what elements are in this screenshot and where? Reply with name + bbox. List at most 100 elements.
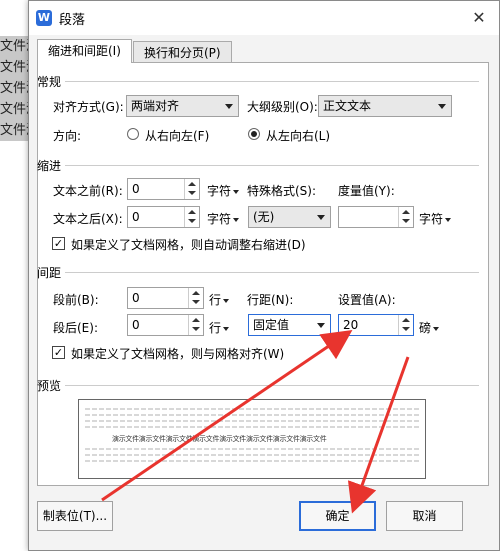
spin-down-icon xyxy=(188,219,196,223)
spin-up-icon xyxy=(192,291,200,295)
unit-label: 行 xyxy=(209,321,222,335)
indent-after-input[interactable]: 0 xyxy=(127,206,200,228)
chevron-down-icon xyxy=(223,326,230,331)
spin-up-icon xyxy=(402,210,410,214)
space-before-value: 0 xyxy=(132,291,140,305)
close-icon[interactable]: ✕ xyxy=(467,6,491,30)
spin-down-icon xyxy=(402,219,410,223)
tabs-button[interactable]: 制表位(T)... xyxy=(37,501,113,531)
chevron-down-icon xyxy=(225,104,233,109)
ok-button[interactable]: 确定 xyxy=(299,501,376,531)
preview-line xyxy=(85,448,419,450)
space-after-unit-dropdown[interactable]: 行 xyxy=(209,319,230,336)
section-spacing: 间距 xyxy=(37,266,62,280)
spin-up-icon xyxy=(192,318,200,322)
preview-line xyxy=(85,420,419,422)
indent-before-input[interactable]: 0 xyxy=(127,178,200,200)
indent-before-label: 文本之前(R): xyxy=(53,184,123,198)
unit-label: 字符 xyxy=(419,212,444,226)
indent-after-unit-dropdown[interactable]: 字符 xyxy=(207,210,240,227)
spin-up-icon xyxy=(402,318,410,322)
outline-level-value: 正文文本 xyxy=(323,99,372,113)
indent-after-label: 文本之后(X): xyxy=(53,212,123,226)
preview-line xyxy=(85,426,419,428)
snap-to-grid-label: 如果定义了文档网格，则与网格对齐(W) xyxy=(71,347,285,361)
measure-unit-dropdown[interactable]: 字符 xyxy=(419,210,452,227)
spinner-buttons[interactable] xyxy=(398,207,413,227)
preview-line xyxy=(85,408,419,410)
indent-before-value: 0 xyxy=(132,182,140,196)
setting-value-label: 设置值(A): xyxy=(338,293,396,307)
special-format-value: (无) xyxy=(253,210,275,224)
space-after-input[interactable]: 0 xyxy=(127,314,204,336)
spinner-buttons[interactable] xyxy=(398,315,413,335)
spin-down-icon xyxy=(192,300,200,304)
line-spacing-select[interactable]: 固定值 xyxy=(248,314,331,336)
special-format-label: 特殊格式(S): xyxy=(247,184,317,198)
space-after-label: 段后(E): xyxy=(53,321,98,335)
indent-before-unit-dropdown[interactable]: 字符 xyxy=(207,182,240,199)
unit-label: 磅 xyxy=(419,321,432,335)
spin-up-icon xyxy=(188,182,196,186)
chevron-down-icon xyxy=(233,189,240,194)
space-before-label: 段前(B): xyxy=(53,293,99,307)
preview-line xyxy=(85,454,419,456)
indent-after-value: 0 xyxy=(132,210,140,224)
section-indent: 缩进 xyxy=(37,159,62,173)
ltr-label: 从左向右(L) xyxy=(266,129,331,143)
tab-line-page-breaks[interactable]: 换行和分页(P) xyxy=(133,41,232,63)
unit-label: 字符 xyxy=(207,212,232,226)
preview-box: 演示文件演示文件演示文件演示文件演示文件演示文件演示文件演示文件 xyxy=(78,399,426,479)
auto-right-indent-label: 如果定义了文档网格，则自动调整右缩进(D) xyxy=(71,238,306,252)
measure-label: 度量值(Y): xyxy=(338,184,395,198)
title-bar: W 段落 ✕ xyxy=(29,1,499,35)
cancel-button[interactable]: 取消 xyxy=(386,501,463,531)
unit-label: 行 xyxy=(209,293,222,307)
section-preview: 预览 xyxy=(37,379,62,393)
direction-label: 方向: xyxy=(53,129,82,143)
space-before-input[interactable]: 0 xyxy=(127,287,204,309)
preview-sample-text: 演示文件演示文件演示文件演示文件演示文件演示文件演示文件演示文件 xyxy=(112,435,327,443)
spin-down-icon xyxy=(192,327,200,331)
setting-value-unit-dropdown[interactable]: 磅 xyxy=(419,319,440,336)
special-format-select[interactable]: (无) xyxy=(248,206,331,228)
preview-line xyxy=(85,460,419,462)
paragraph-dialog: W 段落 ✕ 缩进和间距(I) 换行和分页(P) 常规 对齐方式(G): 两端对… xyxy=(28,0,500,551)
line-spacing-value: 固定值 xyxy=(253,318,290,332)
divider xyxy=(65,272,479,273)
spinner-buttons[interactable] xyxy=(184,179,199,199)
setting-value: 20 xyxy=(343,318,359,332)
wps-logo-icon: W xyxy=(36,10,52,26)
chevron-down-icon xyxy=(317,215,325,220)
snap-to-grid-checkbox[interactable]: ✓ xyxy=(52,346,65,359)
measure-input[interactable] xyxy=(338,206,414,228)
divider xyxy=(65,81,479,82)
space-before-unit-dropdown[interactable]: 行 xyxy=(209,291,230,308)
divider xyxy=(65,165,479,166)
unit-label: 字符 xyxy=(207,184,232,198)
spin-down-icon xyxy=(402,327,410,331)
chevron-down-icon xyxy=(438,104,446,109)
chevron-down-icon xyxy=(317,323,325,328)
dialog-title: 段落 xyxy=(59,13,86,28)
preview-line xyxy=(85,414,419,416)
alignment-value: 两端对齐 xyxy=(131,99,180,113)
chevron-down-icon xyxy=(223,298,230,303)
setting-value-input[interactable]: 20 xyxy=(338,314,414,336)
ltr-radio[interactable] xyxy=(248,128,260,140)
rtl-label: 从右向左(F) xyxy=(145,129,210,143)
tab-indent-spacing[interactable]: 缩进和间距(I) xyxy=(37,39,132,63)
spinner-buttons[interactable] xyxy=(188,288,203,308)
outline-level-label: 大纲级别(O): xyxy=(247,100,318,114)
section-general: 常规 xyxy=(37,75,62,89)
alignment-select[interactable]: 两端对齐 xyxy=(126,95,239,117)
space-after-value: 0 xyxy=(132,318,140,332)
outline-level-select[interactable]: 正文文本 xyxy=(318,95,452,117)
spin-down-icon xyxy=(188,191,196,195)
auto-right-indent-checkbox[interactable]: ✓ xyxy=(52,237,65,250)
spinner-buttons[interactable] xyxy=(184,207,199,227)
chevron-down-icon xyxy=(433,326,440,331)
spinner-buttons[interactable] xyxy=(188,315,203,335)
spin-up-icon xyxy=(188,210,196,214)
rtl-radio[interactable] xyxy=(127,128,139,140)
